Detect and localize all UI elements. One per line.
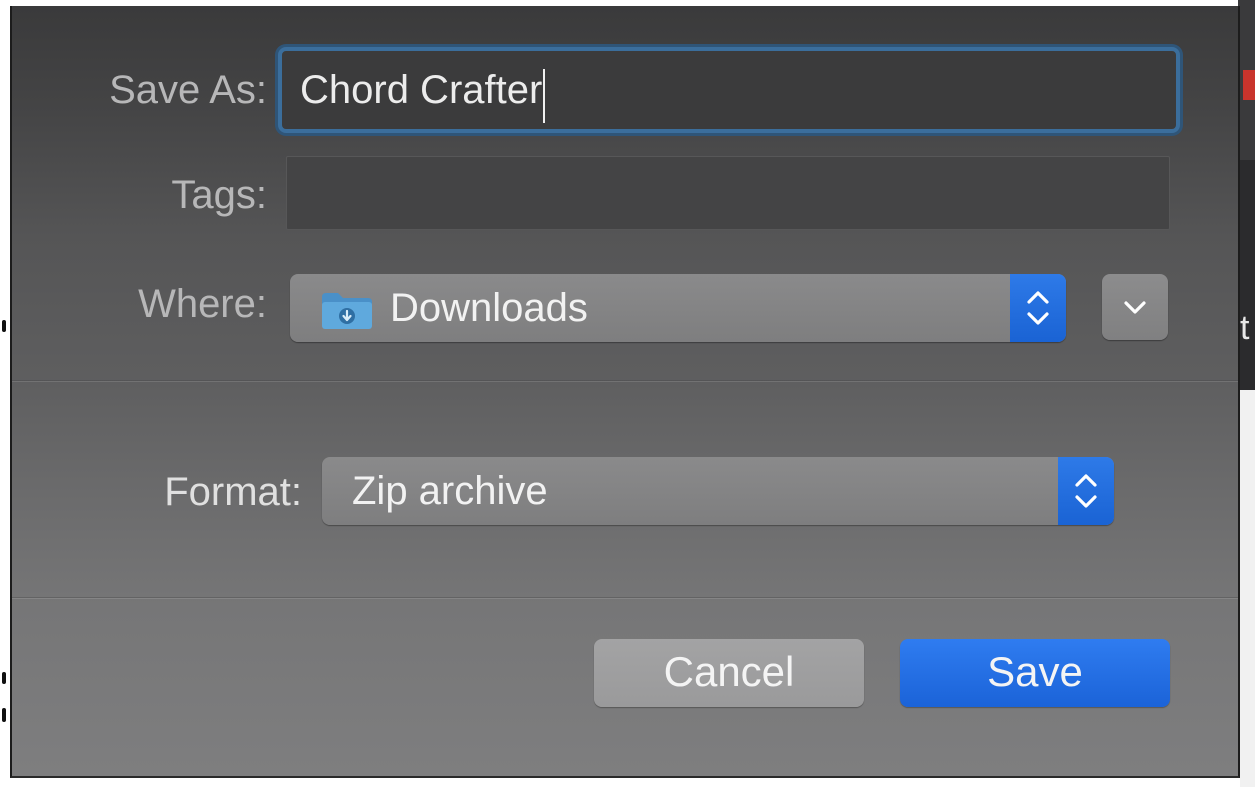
downloads-folder-icon [322, 293, 372, 329]
save-as-input[interactable]: Chord Crafter [278, 47, 1180, 133]
where-label: Where: [138, 282, 267, 326]
tags-label: Tags: [171, 173, 267, 217]
format-popup[interactable]: Zip archive [322, 457, 1114, 525]
up-down-chevron-icon [1075, 474, 1097, 508]
button-area-divider [12, 597, 1238, 599]
cancel-button[interactable]: Cancel [594, 639, 864, 707]
where-popup-stepper[interactable] [1010, 274, 1066, 342]
background-app-lower [1240, 390, 1255, 787]
section-divider [12, 380, 1238, 382]
background-app-text: t [1240, 309, 1250, 347]
save-as-label: Save As: [109, 68, 267, 112]
where-selected-value: Downloads [390, 286, 588, 330]
format-label: Format: [164, 470, 302, 514]
text-caret [543, 68, 546, 123]
save-as-value[interactable]: Chord Crafter [300, 68, 542, 112]
tags-input[interactable] [286, 156, 1170, 230]
background-app-red-mark [1243, 70, 1255, 100]
background-app-window: t [1238, 0, 1255, 390]
screen: t Save As: Chord Crafter Tags: Where: Do… [0, 0, 1255, 787]
left-edge [0, 0, 10, 787]
up-down-chevron-icon [1027, 291, 1049, 325]
expand-dialog-button[interactable] [1102, 274, 1168, 340]
chevron-down-icon [1124, 301, 1146, 314]
format-selected-value: Zip archive [352, 469, 548, 513]
save-button[interactable]: Save [900, 639, 1170, 707]
save-dialog: Save As: Chord Crafter Tags: Where: Down… [10, 6, 1240, 778]
where-popup[interactable]: Downloads [290, 274, 1066, 342]
format-popup-stepper[interactable] [1058, 457, 1114, 525]
